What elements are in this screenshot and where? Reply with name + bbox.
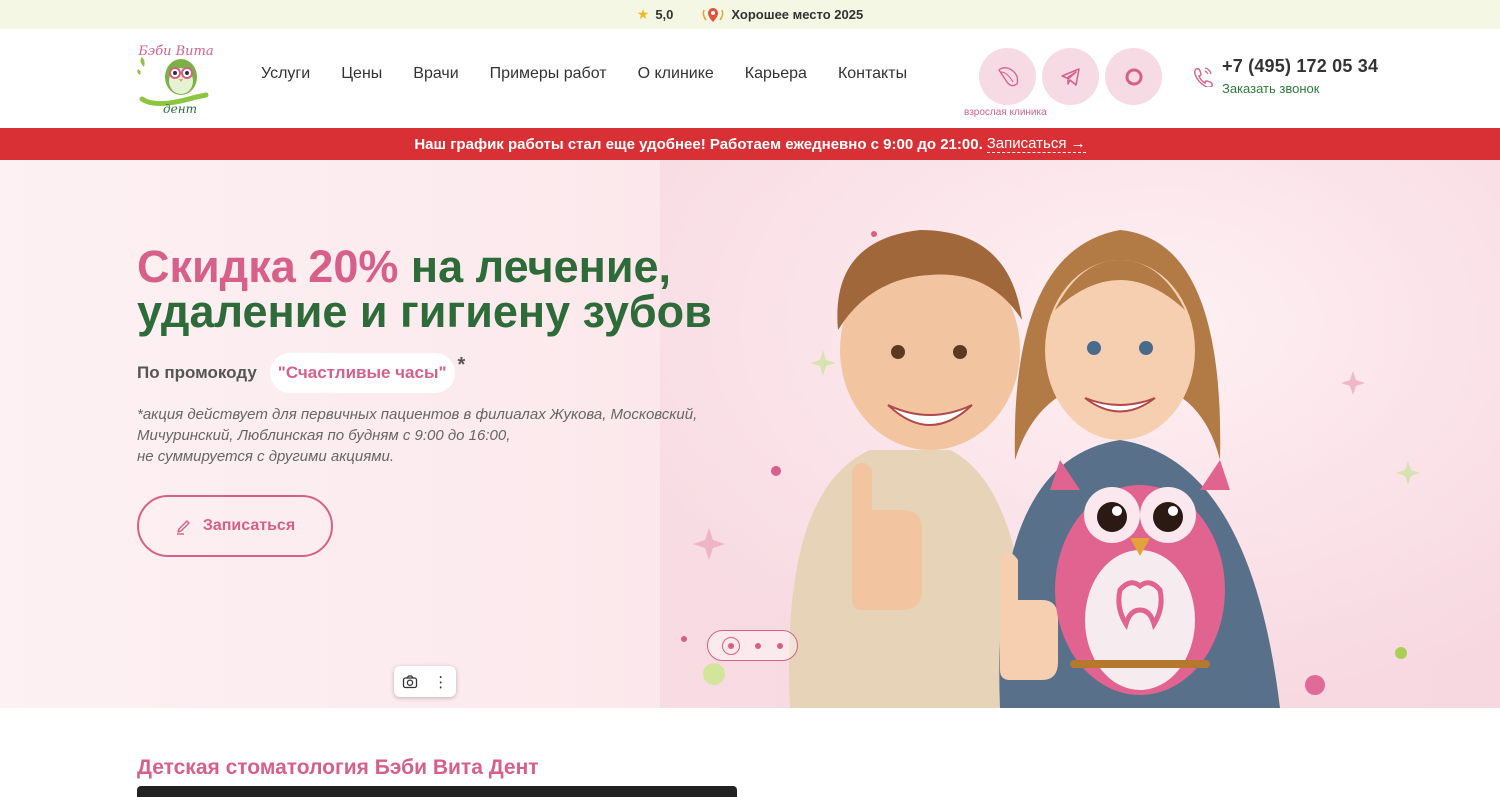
telegram-button[interactable]: [1042, 48, 1099, 105]
slider-dot-2[interactable]: [755, 642, 762, 649]
signup-button[interactable]: Записаться: [137, 495, 333, 557]
telegram-icon: [1060, 67, 1080, 86]
hero-image: [660, 160, 1500, 708]
promo-note-line-2: Мичуринский, Люблинская по будням с 9:00…: [137, 427, 511, 444]
hero-title-part-1: на лечение,: [410, 241, 672, 292]
rating-value: 5,0: [655, 7, 674, 22]
phone-number[interactable]: +7 (495) 172 05 34: [1222, 56, 1378, 77]
nav-item-career[interactable]: Карьера: [745, 65, 807, 83]
slider-dot-3[interactable]: [777, 642, 784, 649]
tooth-icon: [997, 66, 1018, 86]
image-tools-overlay: ⋮: [394, 666, 456, 697]
banner-text: Наш график работы стал еще удобнее! Рабо…: [414, 135, 983, 153]
site-header: Бэби Вита дент Услуги Цены Врачи Примеры…: [0, 29, 1500, 128]
rating: ★ 5,0: [637, 6, 674, 23]
top-info-bar: ★ 5,0 Хорошее место 2025: [0, 0, 1500, 29]
phone-icon: [1193, 67, 1213, 87]
nav-item-about[interactable]: О клинике: [638, 65, 714, 83]
promo-row: По промокоду "Счастливые часы" *: [137, 353, 465, 393]
nav-item-doctors[interactable]: Врачи: [413, 65, 458, 83]
hero-title-discount: Скидка 20%: [137, 241, 399, 292]
banner-signup-link[interactable]: Записаться →: [986, 135, 1086, 153]
promo-note-line-3: не суммируется с другими акциями.: [137, 448, 395, 465]
logo-text-top: Бэби Вита: [137, 44, 213, 59]
promo-label: По промокоду: [137, 363, 257, 382]
logo[interactable]: Бэби Вита дент: [136, 39, 216, 117]
promo-note-line-1: *акция действует для первичных пациентов…: [137, 406, 698, 423]
quick-links: [979, 48, 1162, 105]
award: Хорошее место 2025: [701, 7, 863, 23]
slider-pagination: [707, 630, 798, 661]
signup-button-label: Записаться: [202, 517, 296, 534]
callback-link[interactable]: Заказать звонок: [1222, 81, 1319, 96]
hero-slider: Скидка 20% на лечение, удаление и гигиен…: [0, 160, 1500, 708]
camera-icon[interactable]: [402, 674, 418, 690]
nav-item-contacts[interactable]: Контакты: [838, 65, 907, 83]
more-options-icon[interactable]: ⋮: [433, 673, 448, 691]
award-text: Хорошее место 2025: [731, 7, 864, 22]
slider-dot-1[interactable]: [721, 636, 740, 655]
nav-item-prices[interactable]: Цены: [341, 65, 382, 83]
promo-note: *акция действует для первичных пациентов…: [137, 404, 737, 467]
promo-asterisk: *: [457, 353, 466, 376]
hero-title: Скидка 20% на лечение, удаление и гигиен…: [137, 244, 757, 334]
promo-code: "Счастливые часы": [269, 353, 455, 393]
adult-clinic-button[interactable]: [979, 48, 1036, 105]
hero-title-part-2: удаление и гигиену зубов: [137, 286, 712, 337]
award-pin-icon: [703, 7, 724, 22]
nav-item-examples[interactable]: Примеры работ: [490, 65, 607, 83]
logo-text-bottom: дент: [163, 102, 197, 116]
chat-icon: [1125, 68, 1142, 85]
schedule-banner: Наш график работы стал еще удобнее! Рабо…: [0, 128, 1500, 160]
section-heading-cropped: [137, 786, 737, 797]
pencil-icon: [176, 520, 190, 535]
adult-clinic-label: взрослая клиника: [964, 107, 1047, 118]
star-icon: ★: [636, 6, 650, 22]
chat-button[interactable]: [1105, 48, 1162, 105]
nav-item-services[interactable]: Услуги: [261, 65, 310, 83]
section-subtitle: Детская стоматология Бэби Вита Дент: [137, 756, 539, 779]
main-nav: Услуги Цены Врачи Примеры работ О клиник…: [261, 65, 907, 83]
